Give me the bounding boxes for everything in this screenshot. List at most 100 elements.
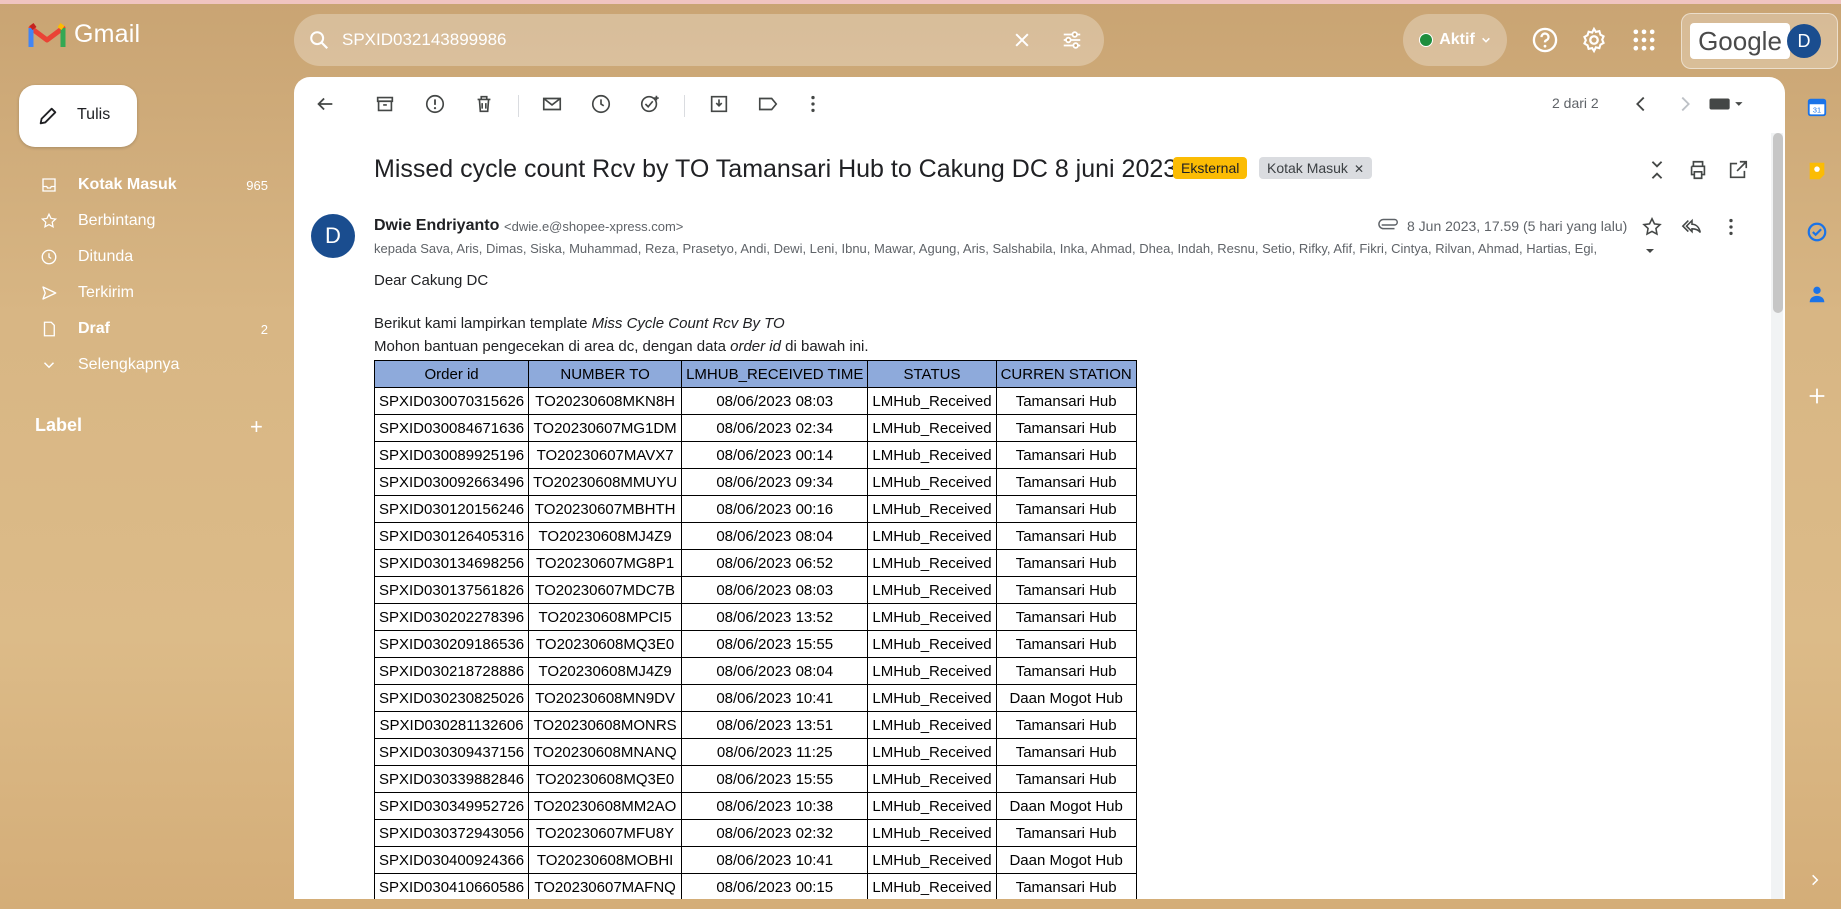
settings-gear-icon[interactable] [1580, 26, 1608, 54]
svg-text:31: 31 [1813, 106, 1821, 115]
report-spam-icon[interactable] [424, 93, 446, 115]
table-cell: LMHub_Received [867, 603, 997, 631]
inbox-label-chip[interactable]: Kotak Masuk ✕ [1259, 157, 1372, 179]
status-selector[interactable]: Aktif [1403, 14, 1507, 66]
sender-name[interactable]: Dwie Endriyanto [374, 217, 499, 235]
table-cell: SPXID030372943056 [373, 819, 530, 847]
more-vert-icon[interactable] [1720, 216, 1742, 238]
sidebar-item-starred[interactable]: Berbintang [0, 205, 280, 237]
table-cell: Tamansari Hub [995, 711, 1137, 739]
move-to-icon[interactable] [708, 93, 730, 115]
apps-grid-icon[interactable] [1630, 26, 1658, 54]
table-cell: 08/06/2023 00:15 [681, 873, 869, 899]
print-icon[interactable] [1687, 159, 1709, 181]
toolbar-divider [684, 95, 685, 117]
sidebar-item-inbox[interactable]: Kotak Masuk 965 [0, 169, 280, 201]
label-tag-icon[interactable] [757, 93, 779, 115]
sidebar-item-drafts[interactable]: Draf 2 [0, 313, 280, 345]
expand-panel-icon[interactable] [1808, 873, 1822, 887]
search-icon[interactable] [308, 29, 330, 51]
search-input[interactable]: SPXID032143899986 [342, 30, 506, 50]
account-avatar[interactable]: D [1787, 24, 1821, 58]
table-cell: 08/06/2023 02:32 [681, 819, 869, 847]
table-cell: 08/06/2023 15:55 [681, 630, 869, 658]
tasks-icon[interactable] [1806, 221, 1828, 243]
inbox-icon [42, 178, 56, 192]
sidebar-item-more[interactable]: Selengkapnya [0, 349, 280, 381]
table-cell: SPXID030202278396 [373, 603, 530, 631]
table-cell: Daan Mogot Hub [995, 792, 1137, 820]
open-new-window-icon[interactable] [1727, 159, 1749, 181]
table-cell: Tamansari Hub [995, 549, 1137, 577]
newer-chevron-icon[interactable] [1630, 93, 1652, 115]
search-bar[interactable]: SPXID032143899986 [294, 14, 1104, 66]
table-cell: LMHub_Received [867, 549, 997, 577]
table-row: SPXID030120156246 TO20230607MBHTH 08/06/20… [373, 495, 1137, 523]
older-chevron-icon[interactable] [1674, 93, 1696, 115]
add-task-icon[interactable] [639, 93, 661, 115]
sidebar-item-sent[interactable]: Terkirim [0, 277, 280, 309]
table-cell: 08/06/2023 15:55 [681, 765, 869, 793]
table-cell: LMHub_Received [867, 738, 997, 766]
draft-icon [43, 321, 55, 337]
table-cell: TO20230608MJ4Z9 [528, 657, 683, 685]
search-options-icon[interactable] [1060, 29, 1084, 51]
table-cell: Tamansari Hub [995, 522, 1137, 550]
email-view: 2 dari 2 Missed cycle count Rcv by TO Ta… [294, 77, 1785, 899]
calendar-icon[interactable]: 31 [1806, 96, 1828, 118]
mark-unread-icon[interactable] [541, 93, 563, 115]
table-cell: 08/06/2023 11:25 [681, 738, 869, 766]
table-cell: TO20230608MN9DV [528, 684, 683, 712]
collapse-all-icon[interactable] [1646, 159, 1668, 181]
recipients-list: kepada Sava, Aris, Dimas, Siska, Muhamma… [374, 241, 1598, 256]
star-icon[interactable] [1641, 216, 1663, 238]
help-icon[interactable] [1531, 26, 1559, 54]
add-addon-icon[interactable] [1806, 385, 1828, 407]
email-subject: Missed cycle count Rcv by TO Tamansari H… [374, 155, 1178, 183]
delete-icon[interactable] [473, 93, 495, 115]
sidebar-item-snoozed[interactable]: Ditunda [0, 241, 280, 273]
table-cell: 08/06/2023 08:04 [681, 522, 869, 550]
table-cell: LMHub_Received [867, 630, 997, 658]
table-cell: LMHub_Received [867, 576, 997, 604]
table-cell: 08/06/2023 10:41 [681, 846, 869, 874]
table-row: SPXID030309437156 TO20230608MNANQ 08/06/20… [373, 738, 1137, 766]
add-label-icon[interactable]: + [250, 414, 263, 440]
clock-icon [41, 249, 57, 265]
reply-all-icon[interactable] [1681, 216, 1703, 238]
contacts-icon[interactable] [1806, 283, 1828, 305]
compose-button[interactable]: Tulis [19, 85, 137, 147]
sender-avatar[interactable]: D [311, 214, 355, 258]
keyboard-icon[interactable] [1706, 93, 1746, 115]
more-vert-icon[interactable] [802, 93, 824, 115]
attachment-icon [1378, 218, 1398, 230]
keep-notes-icon[interactable] [1806, 160, 1828, 182]
archive-icon[interactable] [374, 93, 396, 115]
table-row: SPXID030339882846 TO20230608MQ3E0 08/06/20… [373, 765, 1137, 793]
clear-search-icon[interactable] [1012, 30, 1032, 50]
sidebar-item-label: Berbintang [78, 212, 156, 229]
inbox-label-text: Kotak Masuk [1267, 160, 1348, 176]
table-header-cell: NUMBER TO [528, 360, 683, 388]
table-row: SPXID030349952726 TO20230608MM2AO 08/06/20… [373, 792, 1137, 820]
table-cell: SPXID030126405316 [373, 522, 530, 550]
table-header-cell: STATUS [867, 360, 997, 388]
gmail-logo[interactable]: Gmail [28, 20, 140, 49]
back-arrow-icon[interactable] [314, 93, 336, 115]
table-body: SPXID030070315626 TO20230608MKN8H 08/06/20… [373, 387, 1137, 899]
table-row: SPXID030410660586 TO20230607MAFNQ 08/06/20… [373, 873, 1137, 899]
external-badge: Eksternal [1173, 157, 1248, 179]
show-details-icon[interactable] [1644, 245, 1656, 257]
table-cell: 08/06/2023 10:38 [681, 792, 869, 820]
table-row: SPXID030134698256 TO20230607MG8P1 08/06/20… [373, 549, 1137, 577]
remove-label-icon[interactable]: ✕ [1354, 162, 1364, 176]
snooze-clock-icon[interactable] [590, 93, 612, 115]
table-cell: SPXID030070315626 [373, 387, 530, 415]
table-cell: TO20230607MFU8Y [528, 819, 683, 847]
scrollbar-thumb[interactable] [1773, 133, 1783, 313]
app-name: Gmail [74, 20, 141, 48]
table-cell: LMHub_Received [867, 387, 997, 415]
pagination-text: 2 dari 2 [1552, 95, 1599, 111]
table-row: SPXID030092663496 TO20230608MMUYU 08/06/20… [373, 468, 1137, 496]
table-cell: SPXID030092663496 [373, 468, 530, 496]
